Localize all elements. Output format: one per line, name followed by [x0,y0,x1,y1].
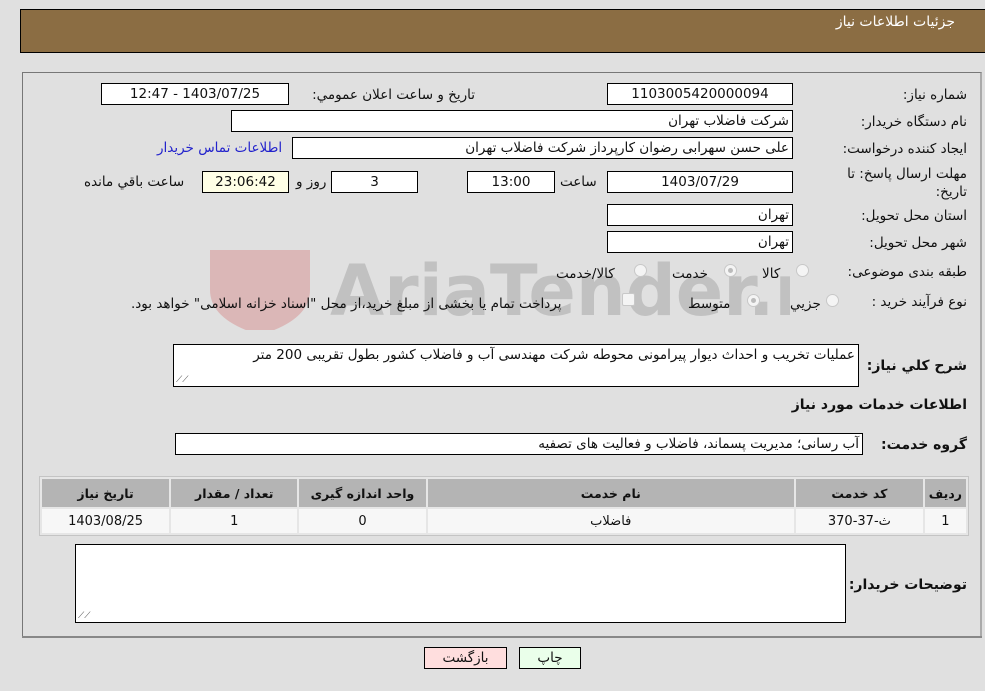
print-button[interactable]: چاپ [519,647,581,669]
category-option-goods: کالا [762,266,781,282]
divider [22,636,982,638]
category-radio-service[interactable] [724,264,737,277]
description-textarea[interactable]: عملیات تخریب و احداث دیوار پیرامونی محوط… [173,344,859,387]
service-group-label: گروه خدمت: [881,437,967,453]
treasury-note: پرداخت تمام يا بخشی از مبلغ خريد،از محل … [131,296,562,312]
need-number-label: شماره نیاز: [902,87,967,103]
col-service-name: نام خدمت [427,479,794,507]
cell-row-number: 1 [924,509,966,533]
cell-quantity: 1 [171,509,298,533]
purchase-option-minor: جزيي [790,296,821,312]
buyer-org-field: شرکت فاضلاب تهران [231,110,793,132]
announce-datetime-label: تاریخ و ساعت اعلان عمومي: [312,87,475,103]
announce-datetime-field: 1403/07/25 - 12:47 [101,83,289,105]
purchase-radio-minor[interactable] [826,294,839,307]
purchase-type-label: نوع فرآيند خريد : [871,294,967,310]
resize-grip-icon[interactable]: ⟋⟋ [78,611,91,621]
province-label: استان محل تحويل: [861,208,967,224]
services-table: رديف کد خدمت نام خدمت واحد اندازه گيری ت… [39,476,969,536]
services-section-title: اطلاعات خدمات مورد نياز [791,397,967,413]
requester-label: ايجاد کننده درخواست: [842,141,967,157]
col-unit: واحد اندازه گيری [299,479,426,507]
resize-grip-icon[interactable]: ⟋⟋ [176,375,189,385]
need-number-field: 1103005420000094 [607,83,793,105]
deadline-time-field: 13:00 [467,171,555,193]
col-service-code: کد خدمت [795,479,923,507]
deadline-date-field: 1403/07/29 [607,171,793,193]
deadline-label: مهلت ارسال پاسخ: تا تاریخ: [847,166,967,200]
service-group-field: آب رسانی؛ مديريت پسماند، فاضلاب و فعاليت… [175,433,863,455]
remaining-time-field: 23:06:42 [202,171,289,193]
cell-service-name: فاضلاب [427,509,794,533]
col-quantity: تعداد / مقدار [171,479,298,507]
buyer-contact-link[interactable]: اطلاعات تماس خريدار [157,140,282,156]
category-option-goods-service: کالا/خدمت [556,266,615,282]
cell-need-date: 1403/08/25 [42,509,170,533]
purchase-option-medium: متوسط [688,296,731,312]
purchase-radio-medium[interactable] [747,294,760,307]
city-label: شهر محل تحويل: [869,235,967,251]
col-row-number: رديف [924,479,966,507]
province-field: تهران [607,204,793,226]
col-need-date: تاريخ نياز [42,479,170,507]
deadline-time-label: ساعت [560,174,597,190]
description-text: عملیات تخریب و احداث دیوار پیرامونی محوط… [253,347,855,363]
buyer-org-label: نام دستگاه خريدار: [860,114,967,130]
category-radio-goods-service[interactable] [634,264,647,277]
days-label: روز و [296,174,327,190]
cell-unit: 0 [299,509,426,533]
requester-field: علی حسن سهرابی رضوان کارپرداز شرکت فاضلا… [292,137,793,159]
remaining-time-label: ساعت باقي مانده [84,174,185,190]
city-field: تهران [607,231,793,253]
cell-service-code: ث-37-370 [795,509,923,533]
remaining-days-field: 3 [331,171,418,193]
table-header-row: رديف کد خدمت نام خدمت واحد اندازه گيری ت… [42,479,966,507]
buyer-notes-textarea[interactable]: ⟋⟋ [75,544,846,623]
buyer-notes-label: توضيحات خريدار: [848,577,967,593]
description-label: شرح کلي نياز: [866,358,967,374]
table-row: 1 ث-37-370 فاضلاب 0 1 1403/08/25 [42,509,966,533]
category-label: طبقه بندی موضوعی: [847,264,967,280]
page-title: جزئیات اطلاعات نیاز [835,14,955,30]
back-button[interactable]: بازگشت [424,647,507,669]
treasury-checkbox[interactable] [622,293,635,306]
category-radio-goods[interactable] [796,264,809,277]
category-option-service: خدمت [672,266,708,282]
